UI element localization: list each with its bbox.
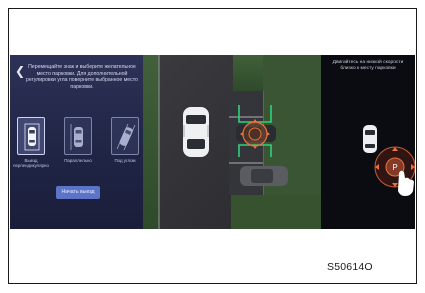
parking-assist-screen: ❮ Перемещайте знак и выберите желательно… bbox=[10, 55, 415, 229]
perpendicular-parking-icon bbox=[24, 123, 40, 151]
guidance-panel: Двигайтесь на низкой скорости близко к м… bbox=[321, 55, 415, 229]
figure-code: S50614O bbox=[327, 261, 373, 273]
chevron-left-icon[interactable]: ❮ bbox=[15, 65, 25, 77]
start-exit-button[interactable]: Начать выезд bbox=[56, 186, 100, 199]
parking-lot-scene bbox=[143, 55, 321, 229]
svg-text:P: P bbox=[392, 163, 397, 172]
own-vehicle-mini bbox=[363, 125, 377, 153]
parallel-parking-icon bbox=[70, 124, 83, 150]
parking-mode-panel: ❮ Перемещайте знак и выберите желательно… bbox=[10, 55, 143, 229]
angled-parking-icon bbox=[116, 123, 136, 151]
mode-parallel-button[interactable] bbox=[64, 117, 92, 155]
parking-mode-list: Выезд перпендикулярно Параллельно Под уг… bbox=[13, 117, 139, 168]
guidance-graphic: P bbox=[363, 125, 415, 196]
mode-angled-button[interactable] bbox=[111, 117, 139, 155]
parked-car-lower bbox=[240, 166, 288, 186]
mode-perpendicular-button[interactable] bbox=[17, 117, 45, 155]
mode-label-perpendicular: Выезд перпендикулярно bbox=[13, 158, 49, 169]
own-vehicle bbox=[183, 107, 209, 157]
mode-label-parallel: Параллельно bbox=[64, 158, 92, 163]
surround-camera-view bbox=[143, 55, 321, 229]
instruction-text: Перемещайте знак и выберите желательное … bbox=[26, 64, 138, 90]
mode-label-angled: Под углом bbox=[114, 158, 136, 163]
